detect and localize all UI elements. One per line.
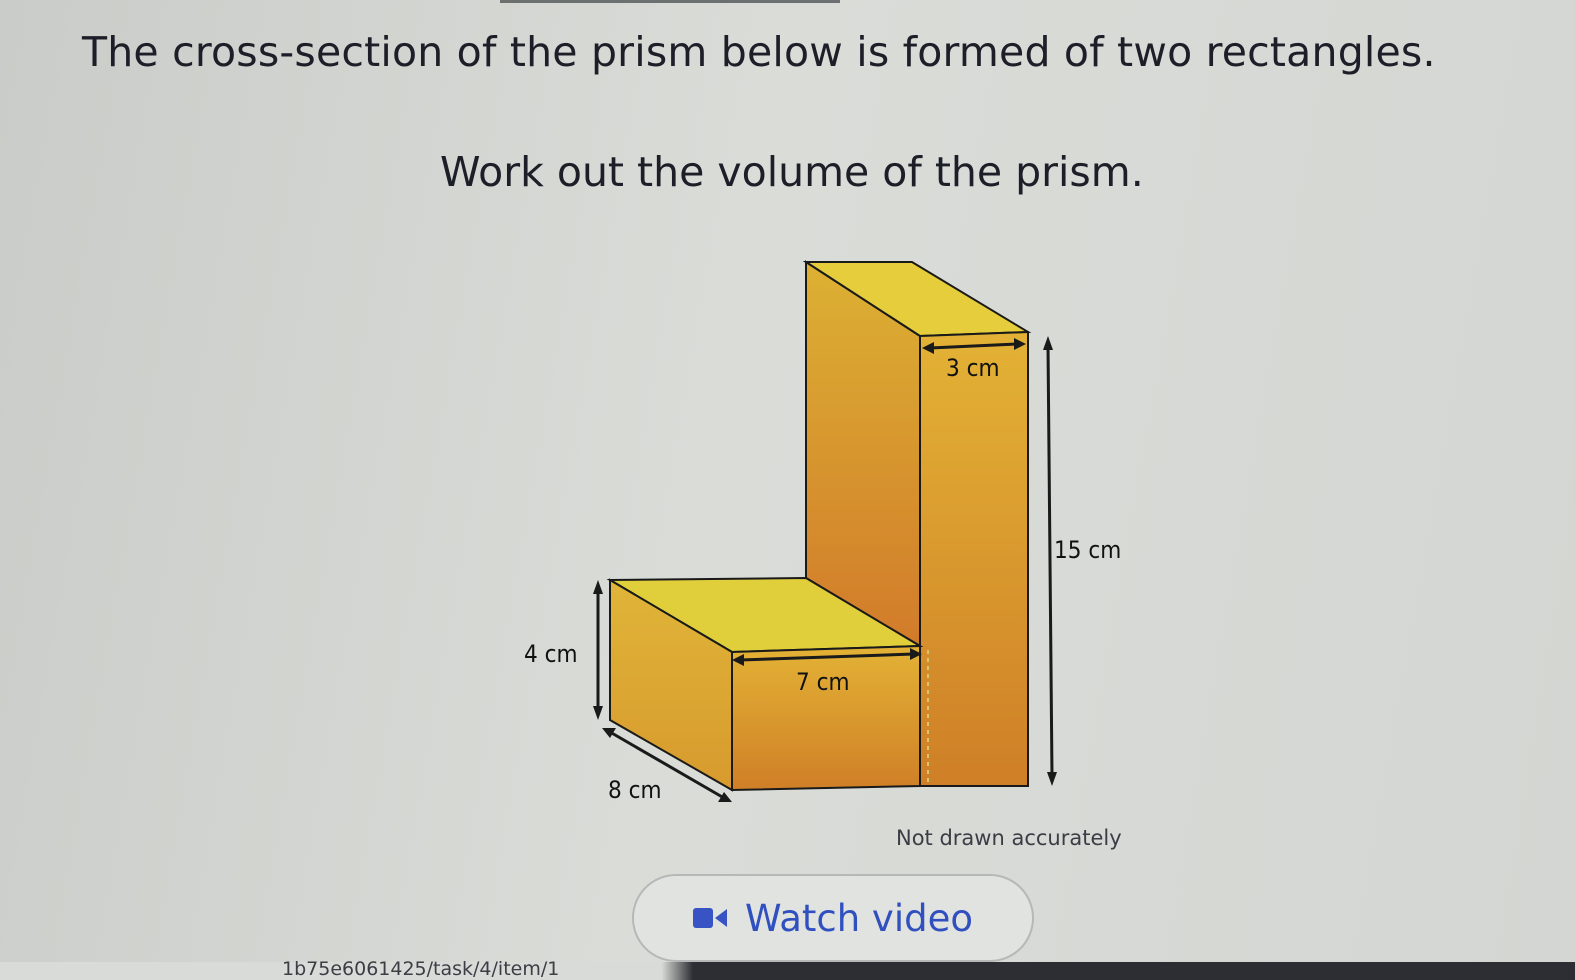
question-line-1: The cross-section of the prism below is … [82, 28, 1436, 76]
top-divider [500, 0, 840, 3]
label-step-height: 4 cm [524, 640, 578, 668]
watch-video-label: Watch video [744, 896, 974, 940]
label-depth: 8 cm [608, 776, 662, 804]
dimension-arrow-step-height [593, 580, 603, 720]
label-step-width: 7 cm [796, 668, 850, 696]
watch-video-button[interactable]: Watch video [632, 874, 1034, 962]
tall-front-face [919, 330, 1029, 787]
not-drawn-accurately-note: Not drawn accurately [896, 826, 1122, 850]
status-bar [0, 962, 1575, 980]
prism-diagram: 3 cm 15 cm 4 cm 7 cm 8 cm [524, 260, 1121, 804]
url-text: 1b75e6061425/task/4/item/1 [282, 958, 560, 980]
label-top-width: 3 cm [946, 354, 1000, 382]
label-height: 15 cm [1054, 536, 1121, 564]
question-line-2: Work out the volume of the prism. [440, 148, 1144, 196]
video-camera-icon [692, 908, 727, 928]
